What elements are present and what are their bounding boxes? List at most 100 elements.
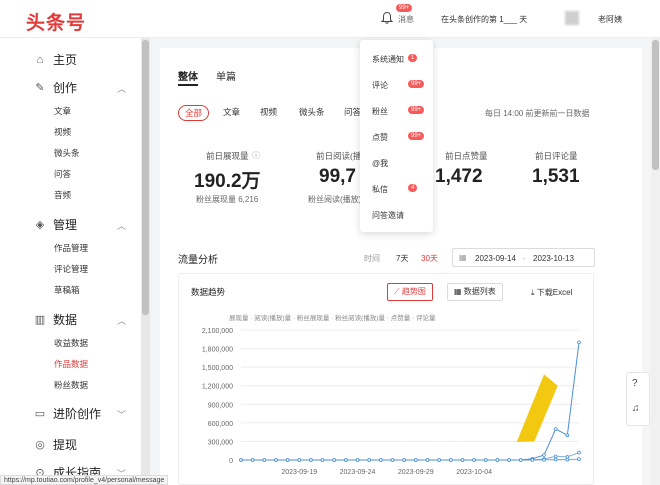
sidebar-subitem-article[interactable]: 文章 (54, 105, 71, 117)
badge-fans: 99+ (408, 106, 425, 114)
badge-system-notice: 1 (408, 54, 418, 62)
y-tick-label: 1,200,000 (202, 384, 233, 391)
dropdown-item-qa-invite[interactable]: 问答邀请 (372, 210, 404, 221)
table-icon: ▦ (454, 287, 464, 296)
bell-icon[interactable] (380, 11, 394, 25)
dropdown-item-mentions[interactable]: @我 (372, 158, 388, 169)
dropdown-item-system-notice[interactable]: 系统通知 (372, 54, 404, 65)
chart-legend[interactable]: 展现量 · 阅读(播放)量 · 粉丝展现量 · 粉丝阅读(播放)量 · 点赞量 … (229, 312, 436, 322)
sidebar-item-label: 主页 (53, 53, 78, 67)
data-point (472, 458, 476, 462)
data-point (297, 458, 302, 462)
sidebar-subitem-qa[interactable]: 问答 (54, 168, 71, 180)
sidebar: ⌂ 主页 ✎ 创作 ︿ 文章 视频 微头条 问答 音频 ◈ 管理 ︿ 作品管理 评论管… (0, 38, 150, 485)
tab-single[interactable]: 单篇 (216, 68, 236, 83)
dropdown-item-likes[interactable]: 点赞 (372, 132, 388, 143)
sidebar-item-advanced[interactable]: ▭ 进阶创作 (34, 405, 101, 422)
date-end: 2023-10-13 (533, 254, 574, 263)
dropdown-item-private-messages[interactable]: 私信 (372, 184, 388, 195)
sidebar-item-create[interactable]: ✎ 创作 (34, 79, 77, 96)
trend-chart-panel: 数据趋势 ⟋ 趋势图 ▦ 数据列表 ⤓ 下载Excel 展现量 · 阅读(播放)… (178, 273, 594, 485)
headset-icon[interactable]: ♫ (632, 403, 640, 414)
sidebar-scroll-thumb[interactable] (142, 40, 149, 315)
filter-all[interactable]: 全部 (178, 105, 210, 121)
trend-chart-label: 趋势图 (401, 287, 426, 296)
data-point (262, 458, 267, 462)
range-7-days[interactable]: 7天 (396, 253, 408, 264)
chevron-up-icon[interactable]: ︿ (117, 219, 126, 232)
filter-article[interactable]: 文章 (223, 105, 240, 121)
sidebar-item-withdraw[interactable]: ◎ 提现 (34, 436, 77, 453)
data-point (530, 458, 535, 462)
messages-dropdown: 系统通知 1 评论 99+ 粉丝 99+ 点赞 99+ @我 私信 4 问答邀请 (360, 40, 433, 232)
sidebar-item-manage[interactable]: ◈ 管理 (34, 216, 77, 233)
sidebar-subitem-works-manage[interactable]: 作品管理 (54, 242, 88, 254)
date-range-picker[interactable]: ▦ 2023-09-14 - 2023-10-13 (452, 248, 595, 267)
y-tick-label: 2,100,000 (202, 328, 233, 335)
messages-label[interactable]: 消息 (398, 14, 414, 25)
data-point (320, 458, 325, 462)
logo[interactable]: 头条号 (26, 8, 86, 35)
annotation-arrow (516, 374, 558, 442)
badge-comments: 99+ (408, 80, 425, 88)
sidebar-subitem-comments-manage[interactable]: 评论管理 (54, 263, 88, 275)
data-point (250, 458, 255, 462)
range-30-days[interactable]: 30天 (421, 253, 438, 264)
sidebar-subitem-video[interactable]: 视频 (54, 126, 71, 138)
sidebar-subitem-income-data[interactable]: 收益数据 (54, 337, 88, 349)
x-tick-label: 2023-09-19 (281, 469, 317, 476)
chevron-up-icon[interactable]: ︿ (117, 82, 126, 95)
data-point (274, 458, 278, 462)
chart-title: 数据趋势 (191, 287, 226, 297)
data-point (553, 427, 558, 431)
sidebar-subitem-drafts[interactable]: 草稿箱 (54, 284, 80, 296)
sidebar-item-data[interactable]: ▥ 数据 (34, 311, 77, 328)
stat-value-reads: 99,7 (319, 166, 356, 187)
stat-value-impressions: 190.2万 (194, 171, 261, 192)
sidebar-subitem-microheadline[interactable]: 微头条 (54, 147, 80, 159)
avatar[interactable] (565, 11, 579, 25)
data-point (332, 458, 337, 462)
chevron-up-icon[interactable]: ︿ (117, 314, 126, 327)
x-tick-label: 2023-09-29 (398, 469, 434, 476)
sidebar-item-label: 进阶创作 (53, 407, 102, 421)
page-scroll-thumb[interactable] (652, 40, 659, 170)
coin-icon: ◎ (35, 439, 45, 451)
data-point (390, 458, 395, 462)
top-header: 头条号 99+ 消息 在头条创作的第 1___ 天 老阿姨 (0, 0, 660, 38)
y-tick-label: 1,800,000 (202, 347, 233, 354)
data-point (437, 458, 441, 462)
x-tick-label: 2023-10-04 (456, 469, 492, 476)
tab-overall[interactable]: 整体 (178, 68, 198, 83)
data-point (565, 457, 570, 462)
data-point (577, 340, 581, 345)
trend-chart-button[interactable]: ⟋ 趋势图 (387, 283, 433, 301)
stat-label-likes: 前日点赞量 (445, 151, 488, 161)
sidebar-subitem-works-data[interactable]: 作品数据 (54, 358, 88, 370)
sidebar-subitem-audio[interactable]: 音频 (54, 189, 71, 201)
data-point (448, 458, 453, 462)
y-tick-label: 300,000 (208, 439, 233, 446)
info-icon[interactable]: ⓘ (252, 150, 260, 161)
filter-qa[interactable]: 问答 (344, 105, 361, 121)
data-list-button[interactable]: ▦ 数据列表 (447, 283, 503, 301)
badge-private-messages: 4 (408, 184, 418, 192)
data-point (425, 458, 430, 462)
sidebar-subitem-fans-data[interactable]: 粉丝数据 (54, 379, 88, 391)
sidebar-item-home[interactable]: ⌂ 主页 (34, 51, 77, 68)
dropdown-item-comments[interactable]: 评论 (372, 80, 388, 91)
y-tick-label: 0 (229, 458, 233, 465)
filter-microheadline[interactable]: 微头条 (299, 105, 325, 121)
dropdown-item-fans[interactable]: 粉丝 (372, 106, 388, 117)
chevron-down-icon[interactable]: ﹀ (117, 408, 126, 421)
data-point (239, 458, 243, 462)
layers-icon: ◈ (35, 219, 45, 231)
help-icon[interactable]: ? (632, 378, 638, 389)
download-excel-button[interactable]: ⤓ 下载Excel (531, 287, 572, 298)
filter-video[interactable]: 视频 (260, 105, 277, 121)
trend-line-chart: 2,100,000 1,800,000 1,500,000 1,200,000 900,… (202, 328, 581, 476)
home-icon: ⌂ (36, 53, 44, 66)
time-label: 时间 (364, 254, 380, 263)
username[interactable]: 老阿姨 (598, 14, 622, 25)
date-separator: - (523, 254, 526, 263)
